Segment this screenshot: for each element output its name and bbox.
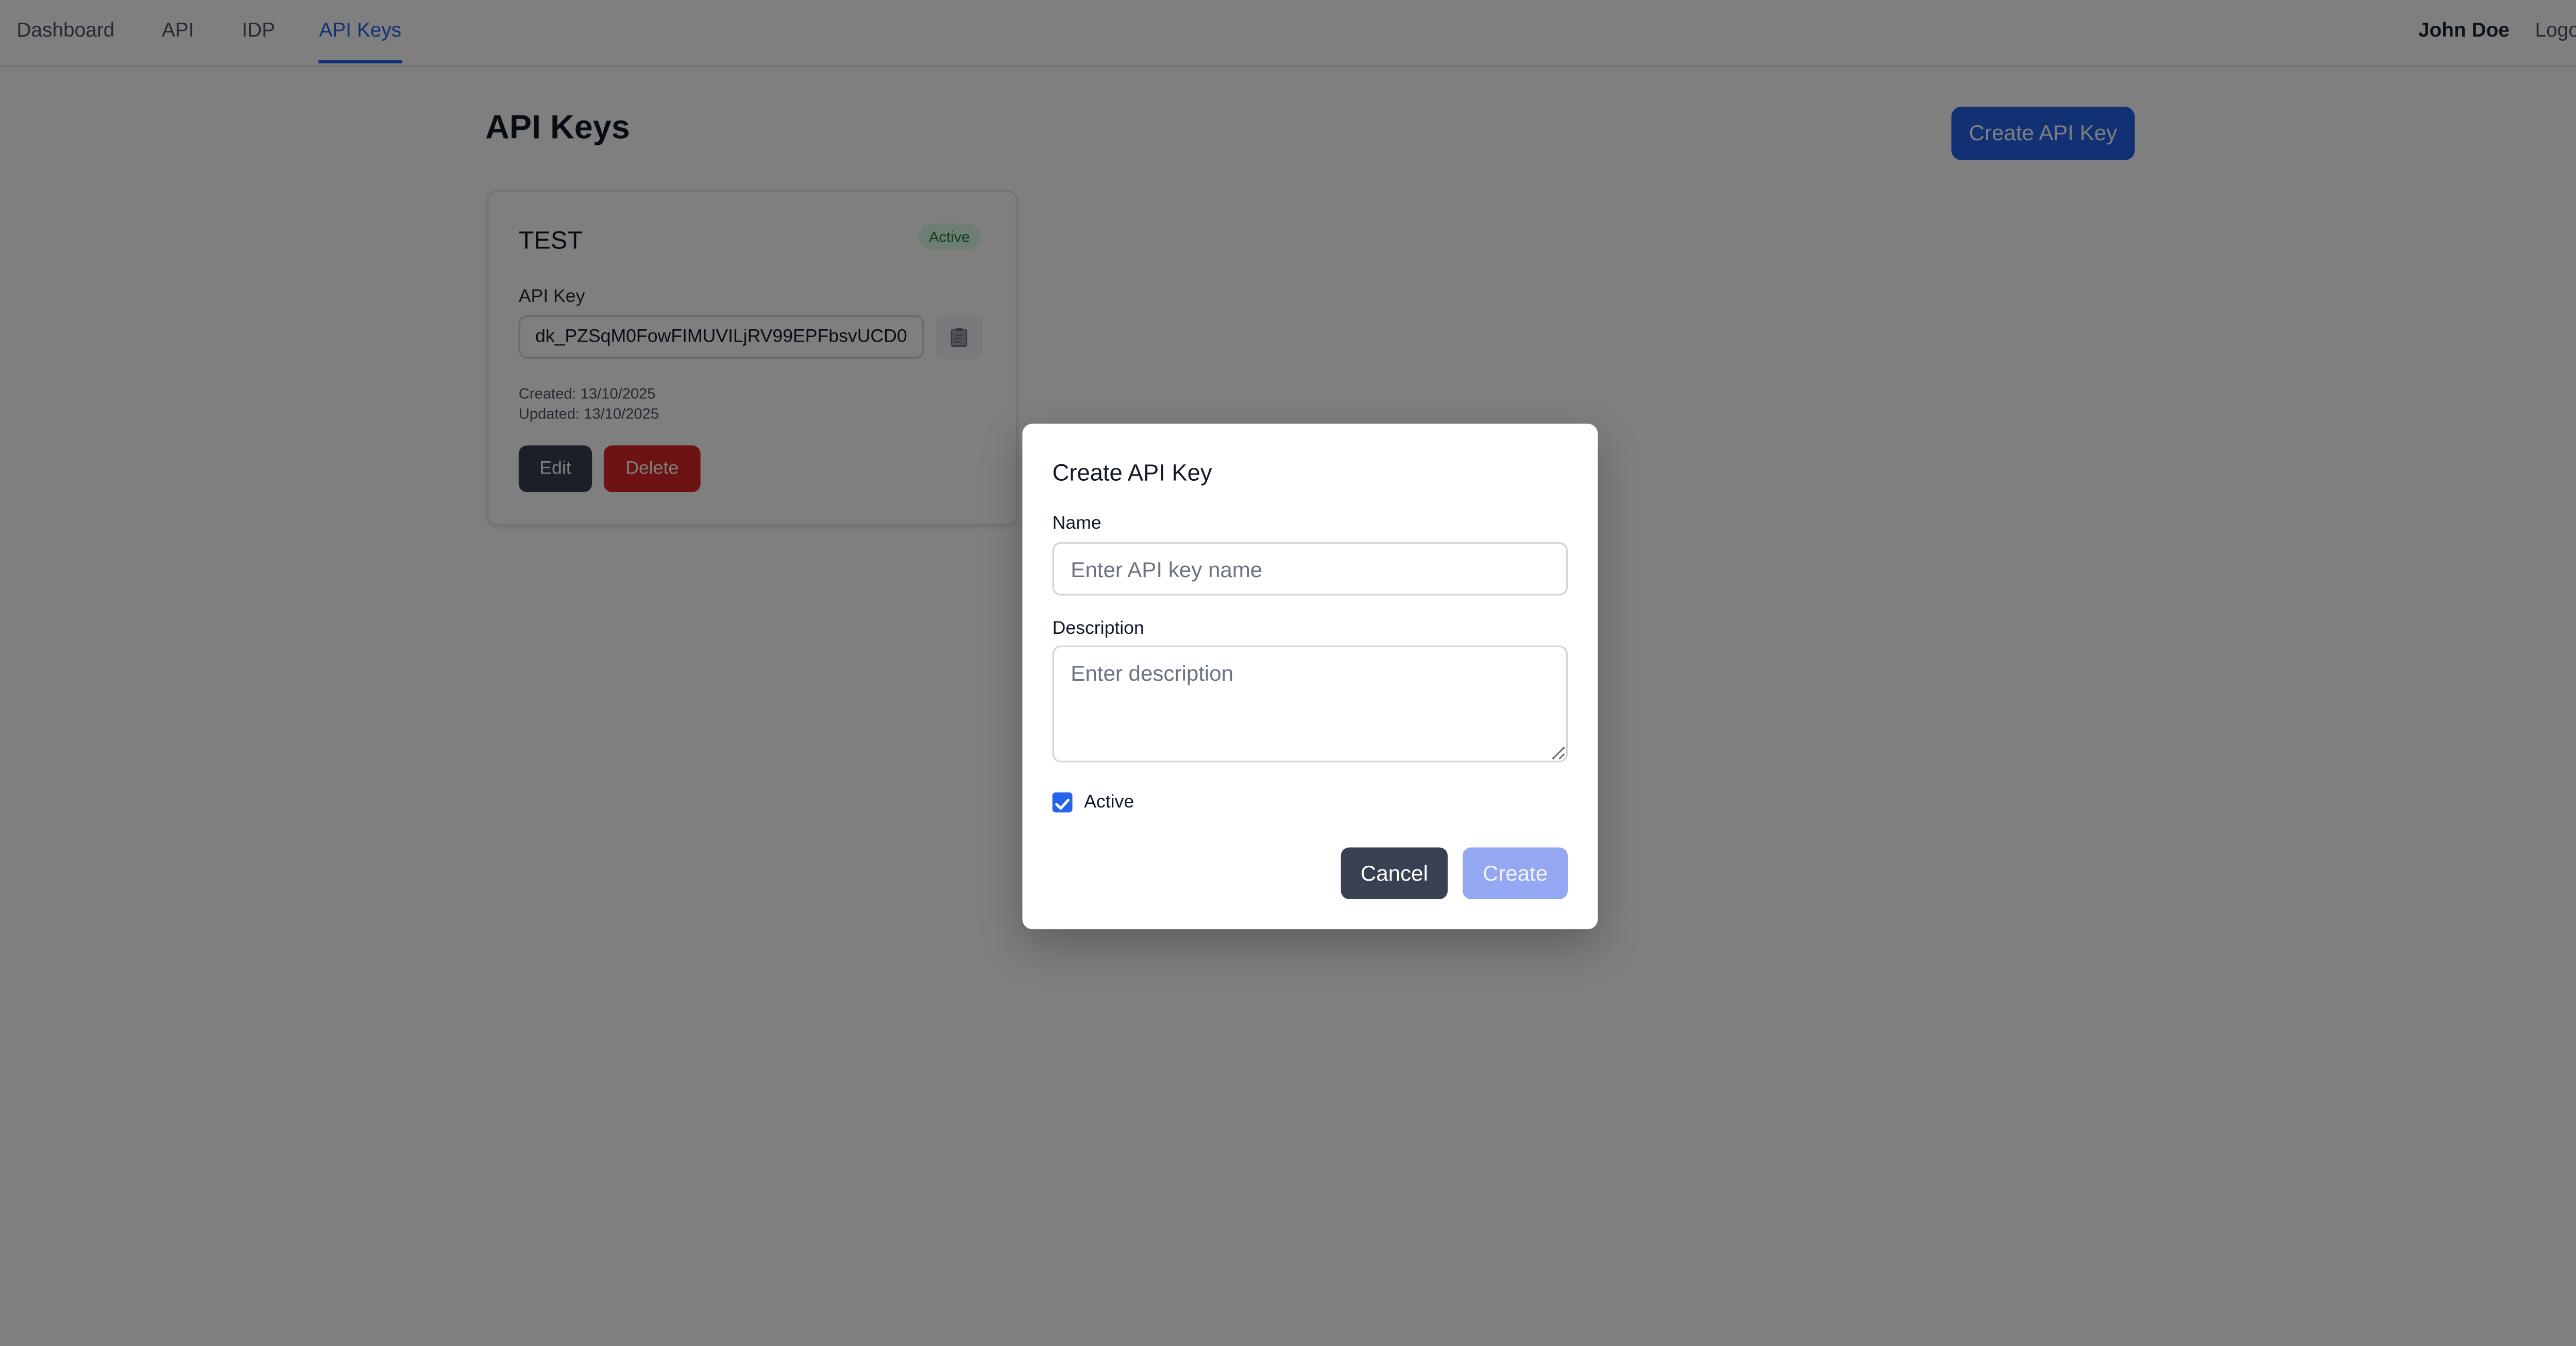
cancel-button[interactable]: Cancel xyxy=(1341,847,1448,899)
description-label: Description xyxy=(1052,619,1144,639)
modal-title: Create API Key xyxy=(1052,459,1212,486)
name-label: Name xyxy=(1052,514,1101,534)
name-input[interactable] xyxy=(1052,542,1568,596)
active-checkbox[interactable] xyxy=(1052,792,1073,813)
description-textarea[interactable] xyxy=(1052,645,1568,763)
active-checkbox-label[interactable]: Active xyxy=(1084,793,1134,813)
create-api-key-modal: Create API Key Name Description Active C… xyxy=(1022,424,1598,930)
checkmark-icon xyxy=(1055,798,1070,810)
create-button[interactable]: Create xyxy=(1463,847,1568,899)
app-root: Dashboard API IDP API Keys John Doe Logo… xyxy=(0,0,2576,1346)
